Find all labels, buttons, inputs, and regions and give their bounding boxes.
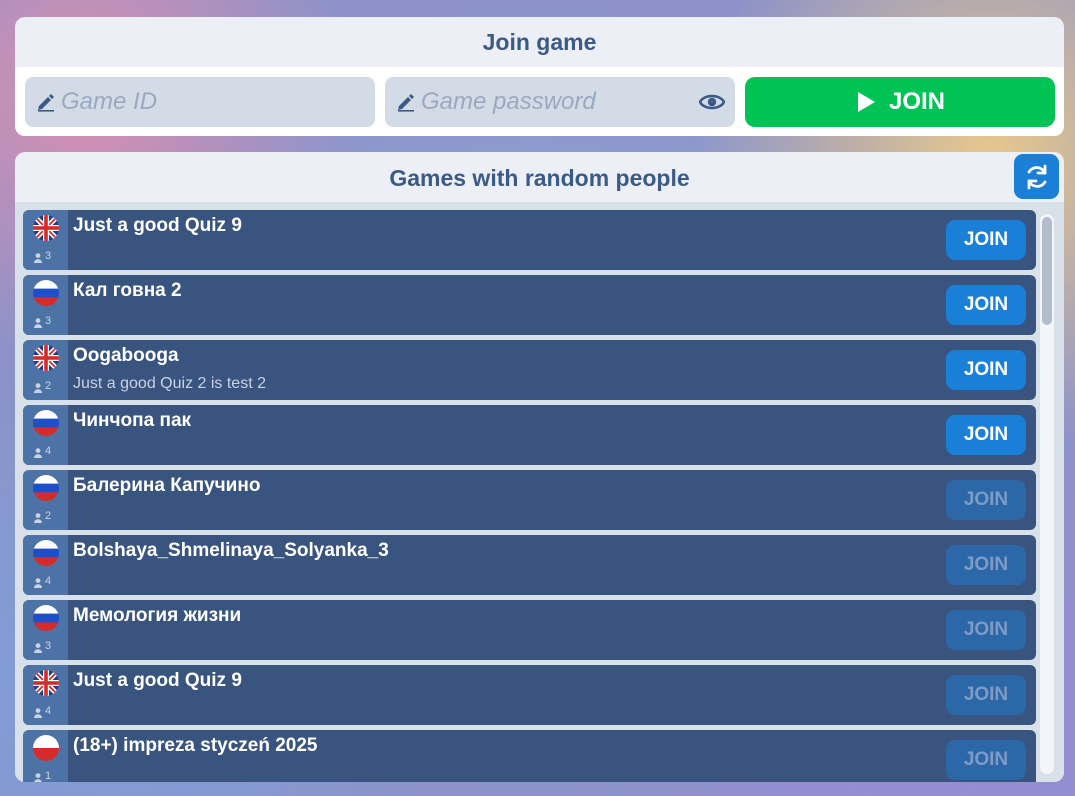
play-icon <box>857 92 875 112</box>
eye-icon[interactable] <box>699 91 725 113</box>
game-id-input[interactable] <box>61 77 301 127</box>
player-icon <box>34 318 42 328</box>
game-row: 2 Балерина Капучино JOIN <box>23 470 1036 530</box>
player-icon <box>34 513 42 523</box>
game-id-field[interactable] <box>25 77 375 127</box>
game-join-button[interactable]: JOIN <box>946 350 1026 390</box>
game-row-flag-column: 3 <box>23 600 68 660</box>
game-name: Oogabooga <box>73 345 179 366</box>
game-name: Чинчопа пак <box>73 410 192 431</box>
game-join-button[interactable]: JOIN <box>946 480 1026 520</box>
game-row-flag-column: 4 <box>23 405 68 465</box>
uk-flag-icon <box>33 215 59 241</box>
join-game-title: Join game <box>482 29 597 55</box>
player-icon <box>34 773 42 782</box>
random-games-panel: Games with random people 3 Just a good Qu… <box>15 152 1064 782</box>
game-row: 3 Мемология жизни JOIN <box>23 600 1036 660</box>
game-password-field[interactable] <box>385 77 735 127</box>
game-join-button[interactable]: JOIN <box>946 610 1026 650</box>
uk-flag-icon <box>33 345 59 371</box>
player-icon <box>34 578 42 588</box>
game-row-flag-column: 3 <box>23 210 68 270</box>
join-game-button-label: JOIN <box>888 88 945 115</box>
join-game-button[interactable]: JOIN <box>745 77 1055 127</box>
join-game-panel: Join game JOIN <box>15 17 1064 136</box>
player-count: 4 <box>45 445 52 457</box>
game-row: 2 Oogabooga Just a good Quiz 2 is test 2 JO… <box>23 340 1036 400</box>
russia-flag-icon <box>33 605 59 631</box>
player-count: 1 <box>45 770 52 782</box>
game-join-button[interactable]: JOIN <box>946 740 1026 780</box>
game-name: Just a good Quiz 9 <box>73 670 242 691</box>
game-row-flag-column: 4 <box>23 535 68 595</box>
russia-flag-icon <box>33 540 59 566</box>
player-count: 3 <box>45 315 52 327</box>
game-row: 1 (18+) impreza styczeń 2025 JOIN <box>23 730 1036 782</box>
game-join-button[interactable]: JOIN <box>946 675 1026 715</box>
game-join-button[interactable]: JOIN <box>946 545 1026 585</box>
player-count: 4 <box>45 575 52 587</box>
game-name: Just a good Quiz 9 <box>73 215 242 236</box>
russia-flag-icon <box>33 475 59 501</box>
player-count: 2 <box>45 380 52 392</box>
player-icon <box>34 383 42 393</box>
player-count: 3 <box>45 250 52 262</box>
player-icon <box>34 253 42 263</box>
game-join-button[interactable]: JOIN <box>946 285 1026 325</box>
refresh-button[interactable] <box>1014 154 1059 199</box>
uk-flag-icon <box>33 670 59 696</box>
poland-flag-icon <box>33 735 59 761</box>
game-name: Кал говна 2 <box>73 280 182 301</box>
scrollbar[interactable] <box>1040 214 1054 774</box>
player-icon <box>34 708 42 718</box>
game-list: 3 Just a good Quiz 9 JOIN 3 Кал говна 2 JOIN 2… <box>15 202 1064 782</box>
game-name: Мемология жизни <box>73 605 242 626</box>
game-join-button[interactable]: JOIN <box>946 415 1026 455</box>
game-row-flag-column: 3 <box>23 275 68 335</box>
pencil-icon <box>38 94 54 112</box>
random-games-title: Games with random people <box>389 165 690 191</box>
game-password-input[interactable] <box>421 77 661 127</box>
player-count: 4 <box>45 705 52 717</box>
game-row: 4 Bolshaya_Shmelinaya_Solyanka_3 JOIN <box>23 535 1036 595</box>
player-icon <box>34 643 42 653</box>
game-name: Bolshaya_Shmelinaya_Solyanka_3 <box>73 540 389 561</box>
pencil-icon <box>398 94 414 112</box>
game-name: (18+) impreza styczeń 2025 <box>73 735 318 756</box>
game-row: 3 Just a good Quiz 9 JOIN <box>23 210 1036 270</box>
player-count: 2 <box>45 510 52 522</box>
russia-flag-icon <box>33 280 59 306</box>
game-row-flag-column: 4 <box>23 665 68 725</box>
game-row: 4 Just a good Quiz 9 JOIN <box>23 665 1036 725</box>
game-row: 3 Кал говна 2 JOIN <box>23 275 1036 335</box>
refresh-icon <box>1027 164 1046 189</box>
russia-flag-icon <box>33 410 59 436</box>
player-count: 3 <box>45 640 52 652</box>
game-join-button[interactable]: JOIN <box>946 220 1026 260</box>
game-row-flag-column: 2 <box>23 340 68 400</box>
game-name: Балерина Капучино <box>73 475 261 496</box>
scrollbar-thumb[interactable] <box>1042 217 1052 325</box>
player-icon <box>34 448 42 458</box>
game-row: 4 Чинчопа пак JOIN <box>23 405 1036 465</box>
game-row-flag-column: 1 <box>23 730 68 782</box>
game-row-flag-column: 2 <box>23 470 68 530</box>
join-input-row: JOIN <box>15 67 1064 136</box>
game-description: Just a good Quiz 2 is test 2 <box>73 375 266 392</box>
